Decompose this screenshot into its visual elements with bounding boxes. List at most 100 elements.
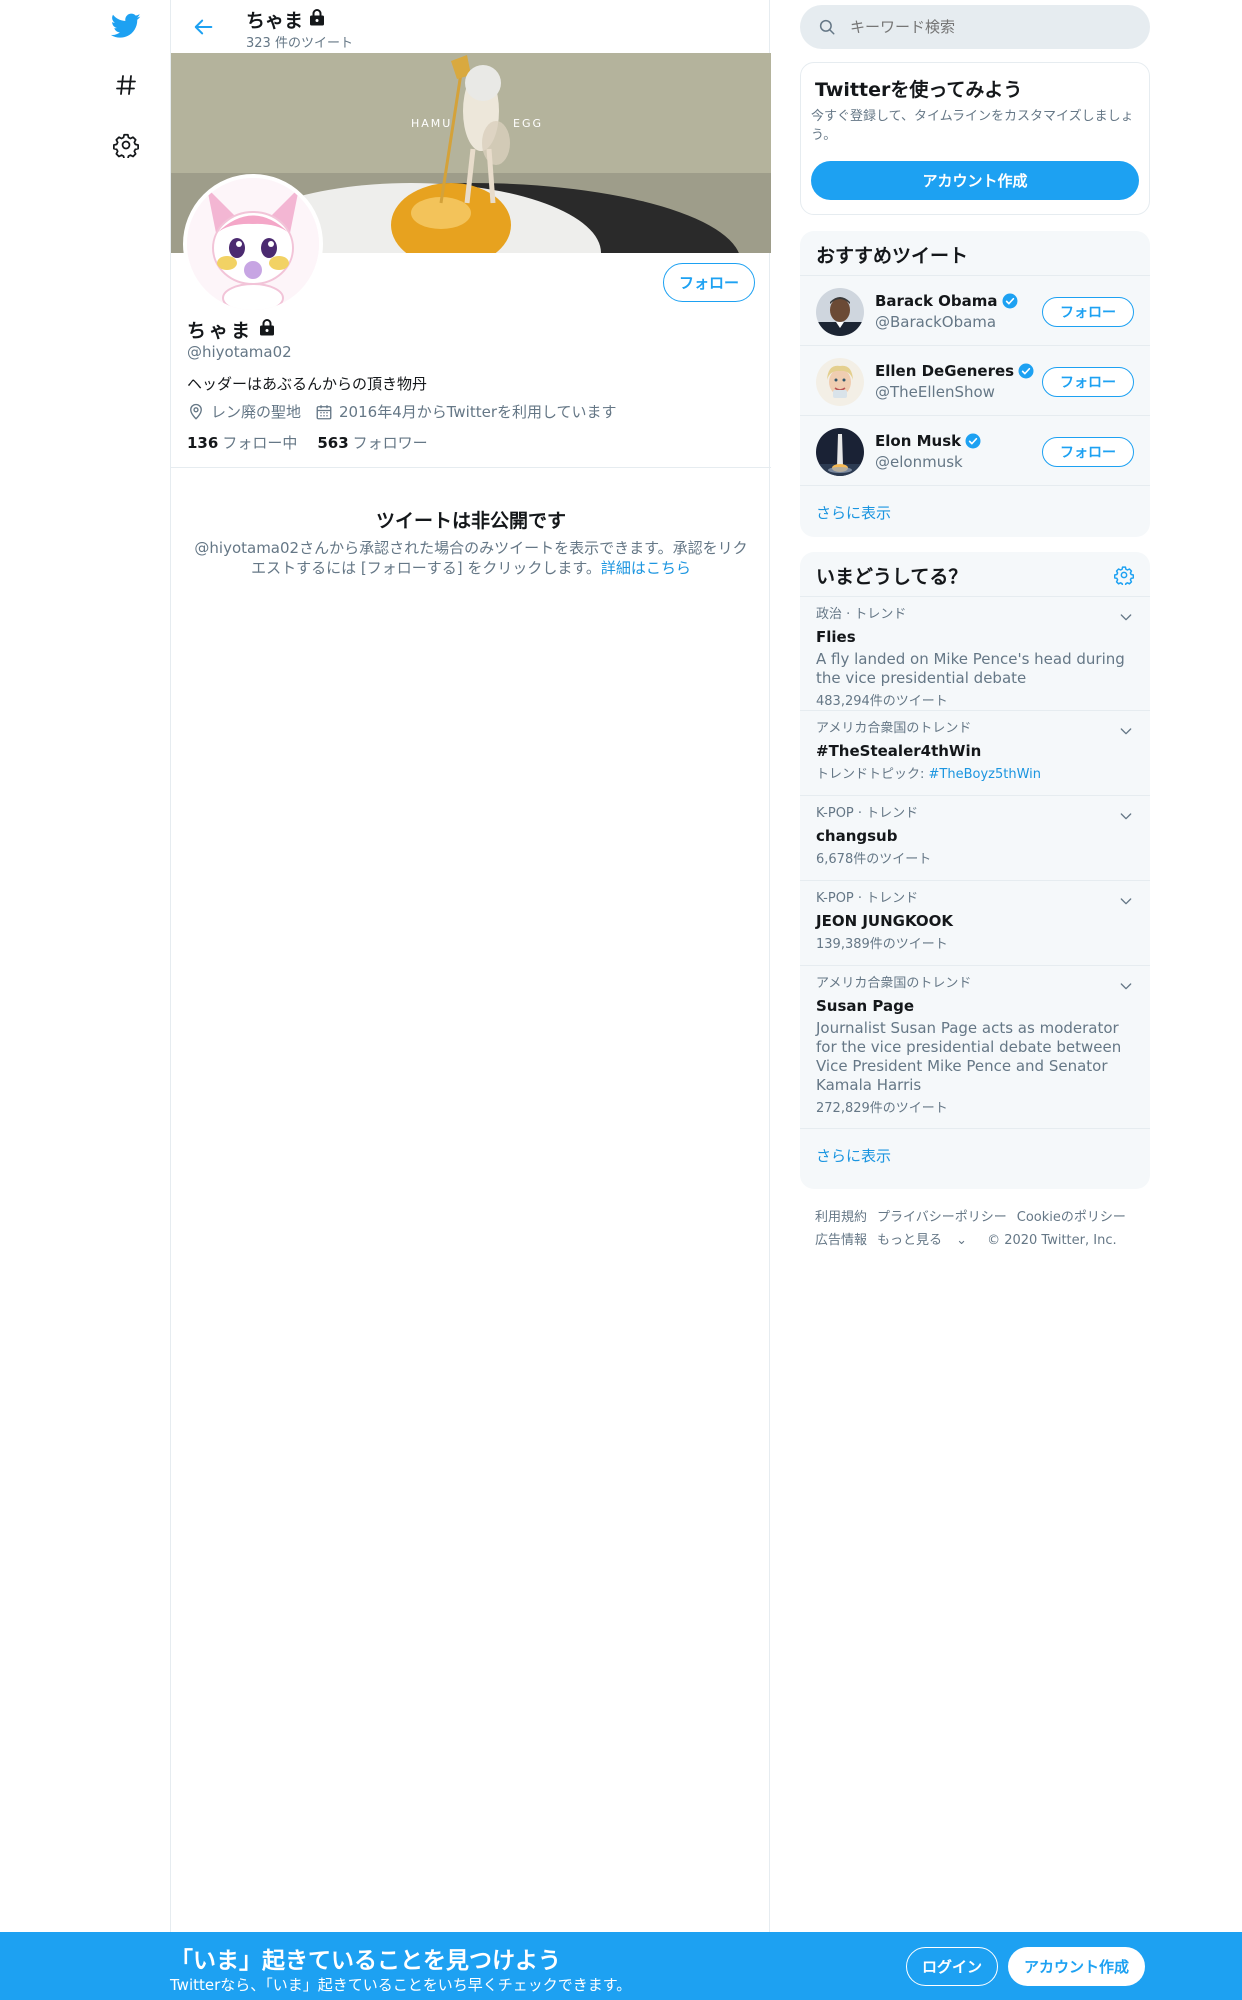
footer-more-text: もっと見る <box>877 1233 943 1248</box>
recommended-title: おすすめツイート <box>800 231 1150 276</box>
learn-more-link[interactable]: 詳細はこちら <box>601 559 691 577</box>
main-column: ちゃま 323 件のツイート HAMU EGG フォロー ちゃま @hiyota… <box>170 0 771 1932</box>
search-icon <box>819 19 835 35</box>
recommended-user[interactable]: Ellen DeGeneres @TheEllenShow フォロー <box>800 346 1150 416</box>
trend-category: アメリカ合衆国のトレンド <box>816 721 972 736</box>
follow-button[interactable]: フォロー <box>1042 297 1134 327</box>
settings-icon[interactable] <box>108 127 144 163</box>
rec-name-text: Barack Obama <box>875 292 998 310</box>
rec-name-text: Ellen DeGeneres <box>875 362 1015 380</box>
follow-button[interactable]: フォロー <box>1042 437 1134 467</box>
avatar[interactable] <box>816 358 864 406</box>
trend-count: 139,389件のツイート <box>816 937 948 952</box>
footer-more-link[interactable]: もっと見る ⌄ <box>877 1233 977 1248</box>
search-box[interactable] <box>800 5 1150 49</box>
rec-name-text: Elon Musk <box>875 432 962 450</box>
footer-links: 利用規約 プライバシーポリシー Cookieのポリシー 広告情報 もっと見る ⌄ © 2… <box>815 1206 1145 1252</box>
search-input[interactable] <box>850 18 1110 36</box>
followers-label: フォロワー <box>352 434 428 452</box>
footer-copyright: © 2020 Twitter, Inc. <box>987 1233 1117 1248</box>
footer-privacy-link[interactable]: プライバシーポリシー <box>877 1210 1007 1225</box>
trend-title: Flies <box>816 628 856 646</box>
trend-item[interactable]: アメリカ合衆国のトレンド Susan Page Journalist Susan… <box>800 966 1150 1129</box>
trends-title: いまどうしてる？ <box>800 552 1150 597</box>
recommended-title-text: おすすめツイート <box>816 244 969 267</box>
trend-category: アメリカ合衆国のトレンド <box>816 976 972 991</box>
banner-text-right: EGG <box>513 117 543 130</box>
show-more-link[interactable]: さらに表示 <box>800 1129 1150 1179</box>
followers-link[interactable]: 563 フォロワー <box>317 432 427 453</box>
following-label: フォロー中 <box>222 434 298 452</box>
trend-item[interactable]: 政治 · トレンド Flies A fly landed on Mike Pen… <box>800 597 1150 711</box>
profile-avatar[interactable] <box>183 174 323 314</box>
tweet-count: 323 件のツイート <box>246 36 353 51</box>
profile-stats: 136 フォロー中 563 フォロワー <box>187 432 428 453</box>
signup-banner: 「いま」起きていることを見つけよう Twitterなら、「いま」起きていることを… <box>0 1932 1242 2000</box>
profile-joined: 2016年4月からTwitterを利用しています <box>315 401 617 422</box>
trend-description: A fly landed on Mike Pence's head during… <box>816 650 1125 687</box>
trend-item[interactable]: K-POP · トレンド changsub 6,678件のツイート <box>800 796 1150 881</box>
chevron-down-icon[interactable] <box>1118 609 1134 625</box>
create-account-button[interactable]: アカウント作成 <box>1008 1947 1145 1986</box>
settings-icon[interactable] <box>1114 565 1134 585</box>
recommended-card: おすすめツイート Barack Obama @BarackObama フォロー … <box>800 231 1150 537</box>
chevron-down-icon[interactable] <box>1118 978 1134 994</box>
protected-description: @hiyotama02さんから承認された場合のみツイートを表示できます。承認をリ… <box>191 538 751 578</box>
trend-title: #TheStealer4thWin <box>816 742 982 760</box>
trend-item[interactable]: K-POP · トレンド JEON JUNGKOOK 139,389件のツイート <box>800 881 1150 966</box>
location-pin-icon <box>190 403 202 420</box>
chevron-down-icon[interactable] <box>1118 808 1134 824</box>
header-name-text: ちゃま <box>246 10 304 32</box>
trend-title: changsub <box>816 827 898 845</box>
follow-button[interactable]: フォロー <box>1042 367 1134 397</box>
arrow-left-icon <box>194 19 213 35</box>
following-count: 136 <box>187 434 219 452</box>
show-more-link[interactable]: さらに表示 <box>800 486 1150 536</box>
profile-meta: レン廃の聖地 2016年4月からTwitterを利用しています <box>187 401 631 422</box>
profile-name: ちゃま <box>187 316 277 343</box>
chevron-down-icon: ⌄ <box>956 1233 968 1248</box>
footer-ads-link[interactable]: 広告情報 <box>815 1233 867 1248</box>
calendar-icon <box>316 404 332 419</box>
login-button[interactable]: ログイン <box>906 1947 998 1986</box>
trend-description: Journalist Susan Page acts as moderator … <box>816 1019 1122 1094</box>
chevron-down-icon[interactable] <box>1118 893 1134 909</box>
chevron-down-icon[interactable] <box>1118 723 1134 739</box>
follow-button[interactable]: フォロー <box>663 263 755 302</box>
footer-cookie-link[interactable]: Cookieのポリシー <box>1017 1210 1126 1225</box>
verified-badge-icon <box>1002 293 1018 309</box>
hashtag-icon[interactable] <box>108 67 144 103</box>
rec-handle: @BarackObama <box>875 313 997 331</box>
lock-icon <box>257 317 277 342</box>
avatar[interactable] <box>816 428 864 476</box>
trend-topic-link[interactable]: #TheBoyz5thWin <box>929 767 1042 782</box>
profile-handle: @hiyotama02 <box>187 343 292 361</box>
create-account-button[interactable]: アカウント作成 <box>811 161 1139 200</box>
back-button[interactable] <box>187 10 221 44</box>
recommended-user[interactable]: Elon Musk @elonmusk フォロー <box>800 416 1150 486</box>
profile-location: レン廃の聖地 <box>187 401 301 422</box>
banner-text-left: HAMU <box>411 117 452 130</box>
footer-terms-link[interactable]: 利用規約 <box>815 1210 867 1225</box>
left-nav <box>0 0 170 2000</box>
profile-bio: ヘッダーはあぶるんからの頂き物丹 <box>187 375 428 393</box>
trends-card: いまどうしてる？ 政治 · トレンド Flies A fly landed on… <box>800 552 1150 1189</box>
profile-header-bar: ちゃま 323 件のツイート <box>171 0 771 53</box>
rec-handle: @elonmusk <box>875 453 963 471</box>
header-name: ちゃま <box>246 6 327 33</box>
trend-category: K-POP · トレンド <box>816 806 919 821</box>
profile-location-text: レン廃の聖地 <box>211 403 302 421</box>
signup-card: Twitterを使ってみよう 今すぐ登録して、タイムラインをカスタマイズしましょ… <box>800 62 1150 215</box>
avatar[interactable] <box>816 288 864 336</box>
trend-count: 272,829件のツイート <box>816 1101 948 1116</box>
rec-name: Barack Obama <box>875 292 1019 310</box>
trend-count: 483,294件のツイート <box>816 694 948 709</box>
trend-count: トレンドトピック: #TheBoyz5thWin <box>816 767 1134 783</box>
recommended-user[interactable]: Barack Obama @BarackObama フォロー <box>800 276 1150 346</box>
trend-item[interactable]: アメリカ合衆国のトレンド #TheStealer4thWin トレンドトピック:… <box>800 711 1150 796</box>
twitter-logo-icon[interactable] <box>108 8 144 44</box>
profile-joined-text: 2016年4月からTwitterを利用しています <box>339 403 617 421</box>
rec-name: Ellen DeGeneres <box>875 362 1035 380</box>
lock-icon <box>307 7 327 32</box>
following-link[interactable]: 136 フォロー中 <box>187 432 297 453</box>
